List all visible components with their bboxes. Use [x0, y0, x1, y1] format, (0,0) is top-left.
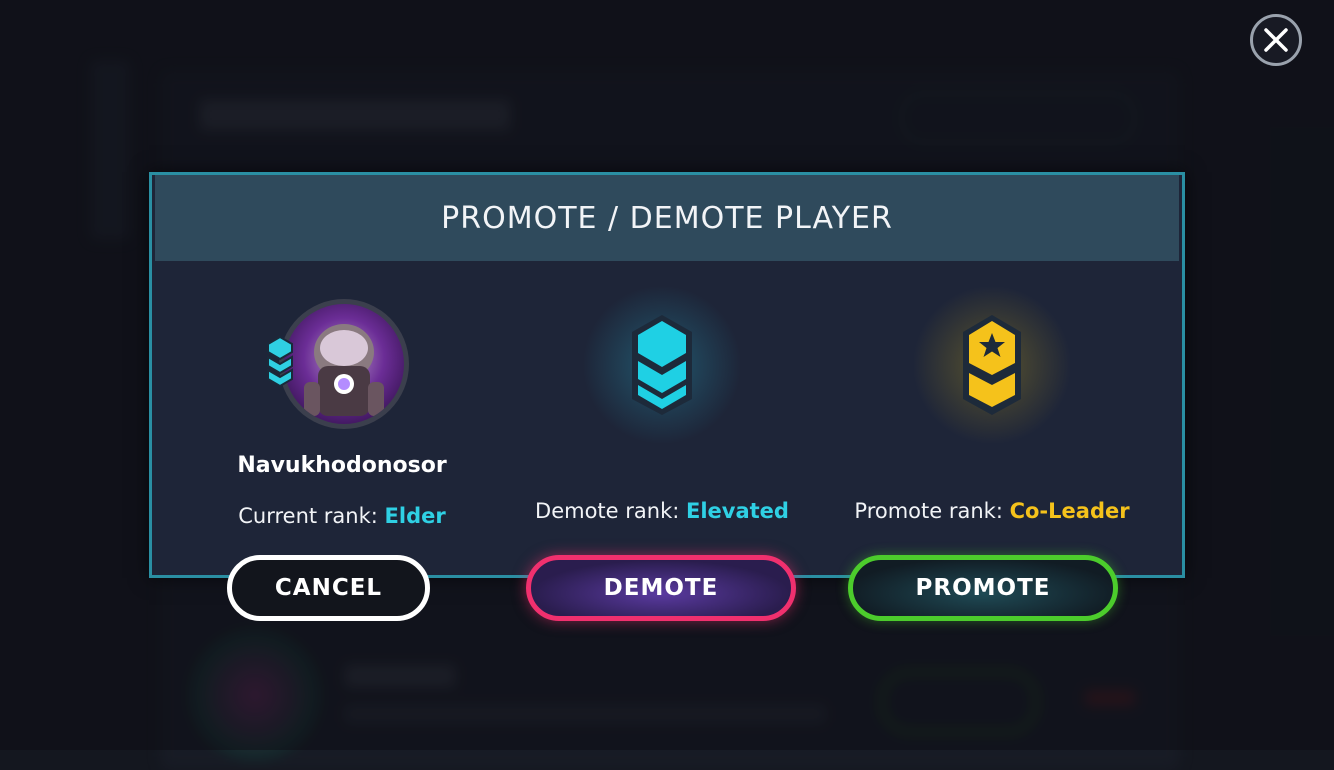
promote-button-label: PROMOTE	[915, 575, 1051, 601]
promote-rank-label: Promote rank:	[854, 499, 1003, 523]
current-rank-label: Current rank:	[238, 504, 378, 528]
promote-button[interactable]: PROMOTE	[848, 555, 1118, 621]
demote-rank-value: Elevated	[686, 499, 789, 523]
helmet-figure-icon	[304, 324, 384, 416]
promote-column: Promote rank: Co-Leader	[827, 275, 1157, 523]
current-rank-value: Elder	[384, 504, 446, 528]
cancel-button-label: CANCEL	[274, 575, 383, 601]
elder-rank-icon	[267, 335, 293, 388]
player-name: Navukhodonosor	[237, 453, 447, 478]
cancel-button[interactable]: CANCEL	[227, 555, 430, 621]
player-column: Navukhodonosor Current rank: Elder	[177, 275, 507, 528]
demote-rank-label: Demote rank:	[535, 499, 680, 523]
co-leader-rank-icon	[963, 315, 1021, 415]
promote-emblem	[912, 285, 1072, 445]
promote-demote-dialog: PROMOTE / DEMOTE PLAYER Navukhodonosor C…	[149, 172, 1185, 578]
promote-rank: Promote rank: Co-Leader	[827, 499, 1157, 523]
avatar-portrait	[284, 304, 404, 424]
close-icon	[1264, 28, 1288, 52]
elevated-rank-icon	[632, 315, 692, 415]
demote-rank: Demote rank: Elevated	[497, 499, 827, 523]
dialog-title: PROMOTE / DEMOTE PLAYER	[441, 200, 893, 236]
dialog-header: PROMOTE / DEMOTE PLAYER	[155, 175, 1179, 261]
player-avatar-container	[267, 295, 417, 445]
demote-emblem	[582, 285, 742, 445]
demote-button[interactable]: DEMOTE	[526, 555, 796, 621]
demote-column: Demote rank: Elevated	[497, 275, 827, 523]
player-avatar	[279, 299, 409, 429]
promote-rank-value: Co-Leader	[1009, 499, 1130, 523]
close-button[interactable]	[1250, 14, 1302, 66]
current-rank: Current rank: Elder	[177, 504, 507, 528]
demote-button-label: DEMOTE	[603, 575, 719, 601]
